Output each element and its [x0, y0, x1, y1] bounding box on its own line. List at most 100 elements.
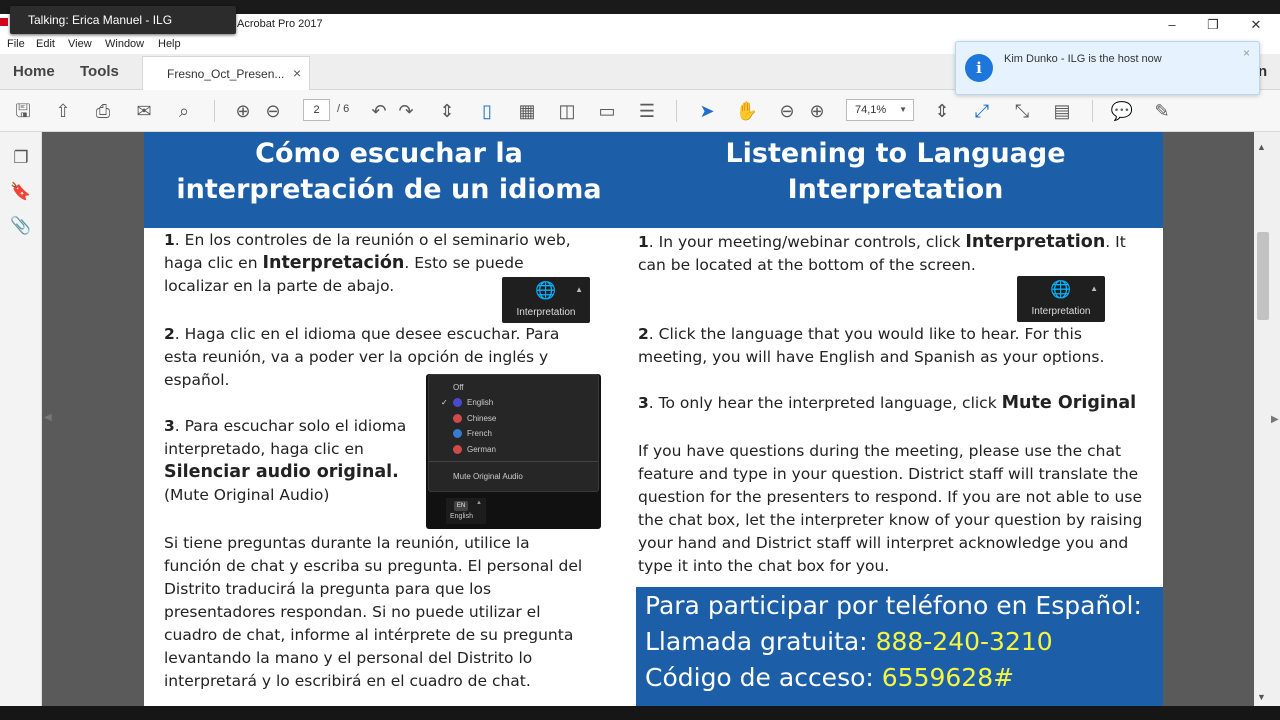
mute-original-audio-option: Mute Original Audio: [453, 472, 523, 481]
presentation-icon[interactable]: ▭: [596, 100, 618, 122]
language-flag-icon: [453, 445, 462, 454]
es-step-3: 3. Para escuchar solo el idioma interpre…: [164, 417, 407, 504]
document-tab-label: Fresno_Oct_Presen...: [167, 67, 285, 81]
toll-free-number: 888-240-3210: [875, 627, 1053, 656]
zoom-value: 74,1%: [855, 104, 887, 116]
info-icon: i: [965, 54, 993, 82]
close-icon[interactable]: ×: [1243, 46, 1250, 60]
two-page-icon[interactable]: ◫: [556, 100, 578, 122]
toll-free-line: Llamada gratuita: 888-240-3210: [645, 627, 1053, 656]
toolbar-divider: [676, 100, 677, 122]
page-banner: Cómo escuchar la interpretación de un id…: [144, 132, 1163, 228]
navigation-pane: ❐ 🔖 📎: [0, 132, 42, 706]
read-mode-icon[interactable]: ▤: [1051, 100, 1073, 122]
notification-text: Kim Dunko - ILG is the host now: [1004, 53, 1162, 65]
chevron-up-icon: ▲: [575, 285, 583, 294]
page-grid-icon[interactable]: ▦: [516, 100, 538, 122]
app-title: Acrobat Pro 2017: [237, 18, 323, 30]
interpretation-button-image: 🌐 ▲ Interpretation: [1017, 276, 1105, 322]
language-french: French: [467, 429, 492, 438]
rotate-right-icon[interactable]: ↷: [395, 100, 417, 122]
hand-tool-icon[interactable]: ✋: [736, 100, 758, 122]
tab-tools[interactable]: Tools: [80, 63, 119, 80]
en-step-3: 3. To only hear the interpreted language…: [638, 393, 1137, 413]
zoom-select[interactable]: 74,1% ▼: [846, 99, 914, 121]
scroll-up-icon[interactable]: ▲: [1257, 142, 1266, 152]
access-code-line: Código de acceso: 6559628#: [645, 663, 1015, 692]
language-flag-icon: [453, 398, 462, 407]
previous-page-icon[interactable]: ⊕: [232, 100, 254, 122]
tab-home[interactable]: Home: [13, 63, 55, 80]
scrollbar-thumb[interactable]: [1257, 232, 1269, 320]
right-pane: ▲ ▶ ▼: [1254, 132, 1280, 706]
expand-right-pane-icon[interactable]: ▶: [1271, 414, 1279, 425]
fit-page-icon[interactable]: ⤢: [971, 100, 993, 122]
language-menu-image: Off ✓ English Chinese French German Mute…: [426, 374, 601, 529]
language-flag-icon: [453, 414, 462, 423]
upload-icon[interactable]: ⇧: [52, 100, 74, 122]
scroll-mode-icon[interactable]: ☰: [636, 100, 658, 122]
fit-width-icon[interactable]: ⇕: [436, 100, 458, 122]
interpretation-label: Interpretation: [516, 307, 576, 318]
language-english: English: [467, 398, 494, 407]
restore-button[interactable]: ❐: [1198, 15, 1228, 35]
host-notification: i Kim Dunko - ILG is the host now ×: [955, 41, 1260, 95]
comment-icon[interactable]: 💬: [1111, 100, 1133, 122]
attachments-icon[interactable]: 📎: [10, 216, 32, 238]
collapse-left-pane-icon[interactable]: ◀: [44, 412, 52, 423]
menu-edit[interactable]: Edit: [36, 38, 55, 50]
talking-indicator: Talking: Erica Manuel - ILG: [10, 6, 236, 34]
menu-file[interactable]: File: [7, 38, 25, 50]
title-spanish: Cómo escuchar la interpretación de un id…: [176, 138, 602, 205]
chevron-up-icon: ▲: [476, 500, 482, 506]
marquee-zoom-icon[interactable]: ⇕: [931, 100, 953, 122]
language-chinese: Chinese: [467, 414, 497, 423]
zoom-in-icon[interactable]: ⊕: [806, 100, 828, 122]
bookmarks-icon[interactable]: 🔖: [10, 182, 32, 204]
page-total: / 6: [337, 103, 350, 115]
es-questions-paragraph: Si tiene preguntas durante la reunión, u…: [164, 534, 583, 690]
search-icon[interactable]: ⌕: [173, 100, 195, 122]
page-thumbnails-icon[interactable]: ❐: [10, 148, 32, 170]
language-german: German: [467, 445, 496, 454]
bottom-screen-strip: [0, 706, 1280, 720]
save-icon[interactable]: 🖫: [12, 100, 34, 122]
menu-divider: [429, 461, 598, 462]
zoom-out-icon[interactable]: ⊖: [776, 100, 798, 122]
print-icon[interactable]: ⎙: [92, 100, 114, 122]
interpretation-label: Interpretation: [1031, 306, 1091, 317]
menu-help[interactable]: Help: [158, 38, 181, 50]
language-off: Off: [453, 383, 464, 392]
select-cursor-icon[interactable]: ➤: [696, 100, 718, 122]
menu-view[interactable]: View: [68, 38, 92, 50]
language-flag-icon: [453, 429, 462, 438]
page-number-input[interactable]: 2: [303, 99, 330, 121]
toolbar-divider: [214, 100, 215, 122]
title-english: Listening to Language Interpretation: [725, 138, 1066, 205]
en-step-1: 1. In your meeting/webinar controls, cli…: [638, 232, 1126, 274]
toolbar: 🖫 ⇧ ⎙ ✉ ⌕ ⊕ ⊖ ↶ ↷ ⇕ ▯ ▦ ◫ ▭ ☰ ➤ ✋ ⊖ ⊕ ⇕ …: [0, 90, 1280, 132]
next-page-icon[interactable]: ⊖: [262, 100, 284, 122]
english-label: English: [450, 513, 473, 520]
scroll-down-icon[interactable]: ▼: [1257, 692, 1266, 702]
close-window-button[interactable]: ✕: [1241, 15, 1271, 35]
phone-heading: Para participar por teléfono en Español:: [645, 591, 1142, 620]
minimize-button[interactable]: –: [1157, 15, 1187, 35]
close-tab-icon[interactable]: ×: [293, 65, 301, 81]
language-list: Off ✓ English Chinese French German Mute…: [428, 374, 599, 492]
tab-document[interactable]: Fresno_Oct_Presen... ×: [142, 56, 310, 90]
fullscreen-icon[interactable]: ⤡: [1011, 100, 1033, 122]
phone-info-box: Para participar por teléfono en Español:…: [636, 587, 1163, 706]
single-page-icon[interactable]: ▯: [476, 100, 498, 122]
pdf-page: Cómo escuchar la interpretación de un id…: [144, 132, 1163, 706]
menu-window[interactable]: Window: [105, 38, 144, 50]
access-code: 6559628#: [881, 663, 1015, 692]
chevron-down-icon: ▼: [899, 105, 907, 114]
email-icon[interactable]: ✉: [133, 100, 155, 122]
en-step-2: 2. Click the language that you would lik…: [638, 325, 1105, 366]
rotate-left-icon[interactable]: ↶: [368, 100, 390, 122]
english-badge: EN: [454, 501, 468, 511]
toolbar-divider: [1092, 100, 1093, 122]
highlight-pen-icon[interactable]: ✎: [1151, 100, 1173, 122]
chevron-up-icon: ▲: [1090, 284, 1098, 293]
